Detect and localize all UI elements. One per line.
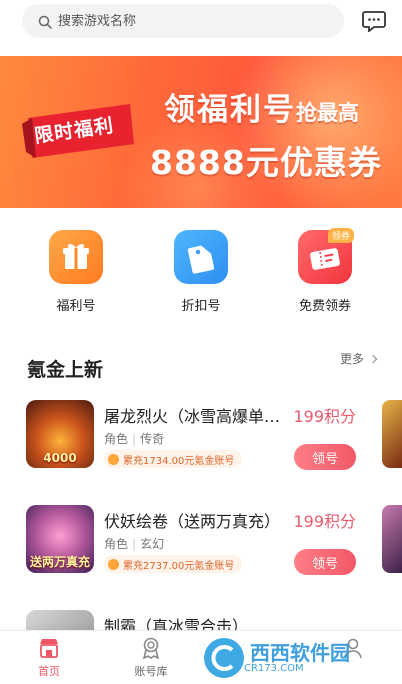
carousel-peek-image (382, 505, 402, 573)
recharge-badge-text: 累充1734.00元氪金账号 (123, 455, 235, 467)
ticket-icon: 领券 (298, 228, 354, 284)
search-input[interactable] (58, 13, 308, 29)
search-bar[interactable] (22, 4, 344, 38)
section-title: 氪金上新 (27, 359, 104, 381)
tab-label: 首页 (38, 665, 60, 678)
game-thumbnail: 送两万真充 (26, 505, 94, 573)
banner-headline-main: 领福利号 (164, 92, 296, 128)
game-tags: 角色 | 传奇 (104, 430, 164, 447)
watermark-logo (204, 638, 244, 678)
game-tag: 角色 (104, 432, 129, 446)
quick-entry-label: 折扣号 (181, 299, 221, 314)
banner-headline-small: 抢最高 (296, 101, 359, 125)
recharge-badge: 累充1734.00元氪金账号 (104, 450, 243, 468)
game-price: 199积分 (293, 407, 356, 426)
tab-home[interactable]: 首页 (14, 637, 84, 679)
quick-entries: 福利号 折扣号 领券 免费领券 (0, 228, 402, 320)
game-row[interactable]: 送两万真充 伏妖绘卷（送两万真充） 角色 | 玄幻 累充2737.00元氪金账号 1… (0, 505, 402, 585)
more-label: 更多 (339, 352, 364, 366)
quick-entry-welfare[interactable]: 福利号 (26, 230, 126, 314)
gift-icon (49, 230, 103, 284)
banner-subheadline: 8888元优惠券 (150, 143, 382, 182)
game-row[interactable]: 4000 屠龙烈火（冰雪高爆单职业） 角色|传奇 累充1734.00元氪金账号 … (0, 400, 402, 480)
watermark-brand: 西西软件园 (250, 640, 350, 665)
watermark: 西西软件园 CR173.COM (204, 638, 394, 678)
game-tag: 玄幻 (140, 537, 165, 551)
watermark-url: CR173.COM (244, 662, 304, 674)
game-name: 伏妖绘卷（送两万真充） (104, 512, 281, 531)
recharge-badge: 累充2737.00元氪金账号 (104, 555, 243, 573)
game-tag: 角色 (104, 537, 129, 551)
recharge-badge-text: 累充2737.00元氪金账号 (123, 560, 235, 572)
game-name: 屠龙烈火（冰雪高爆单职业） (104, 407, 284, 426)
tab-label: 账号库 (134, 665, 168, 678)
coin-icon (108, 558, 119, 570)
price-tag-icon (174, 230, 228, 284)
game-thumbnail: 4000 (26, 400, 94, 468)
promo-banner[interactable]: 限时福利 领福利号抢最高 8888元优惠券 (0, 56, 402, 208)
chevron-right-icon (368, 354, 378, 363)
quick-entry-free-coupon[interactable]: 领券 免费领券 (275, 228, 375, 314)
quick-entry-label: 免费领券 (298, 299, 351, 314)
shop-home-icon (37, 637, 61, 659)
search-icon (38, 14, 52, 29)
quick-entry-discount[interactable]: 折扣号 (151, 230, 251, 314)
coupon-tag: 领券 (327, 228, 354, 243)
game-tag: 传奇 (140, 432, 165, 446)
coin-icon (108, 453, 119, 465)
medal-icon (139, 637, 163, 660)
quick-entry-label: 福利号 (56, 299, 96, 314)
tab-account-library[interactable]: 账号库 (116, 637, 186, 679)
game-tags: 角色 | 玄幻 (104, 535, 164, 552)
banner-headline: 领福利号抢最高 (164, 84, 359, 129)
message-icon[interactable] (362, 10, 386, 33)
game-price: 199积分 (293, 512, 356, 531)
carousel-peek-image (382, 400, 402, 468)
thumbnail-caption: 送两万真充 (30, 555, 91, 569)
claim-button[interactable]: 领号 (294, 444, 356, 470)
watermark-text: 西西软件园 CR173.COM (244, 643, 350, 674)
thumbnail-caption: 4000 (43, 451, 77, 465)
tag-separator: | (132, 432, 137, 446)
tag-separator: | (132, 537, 137, 551)
claim-button[interactable]: 领号 (294, 549, 356, 575)
more-link[interactable]: 更多 (339, 350, 378, 367)
